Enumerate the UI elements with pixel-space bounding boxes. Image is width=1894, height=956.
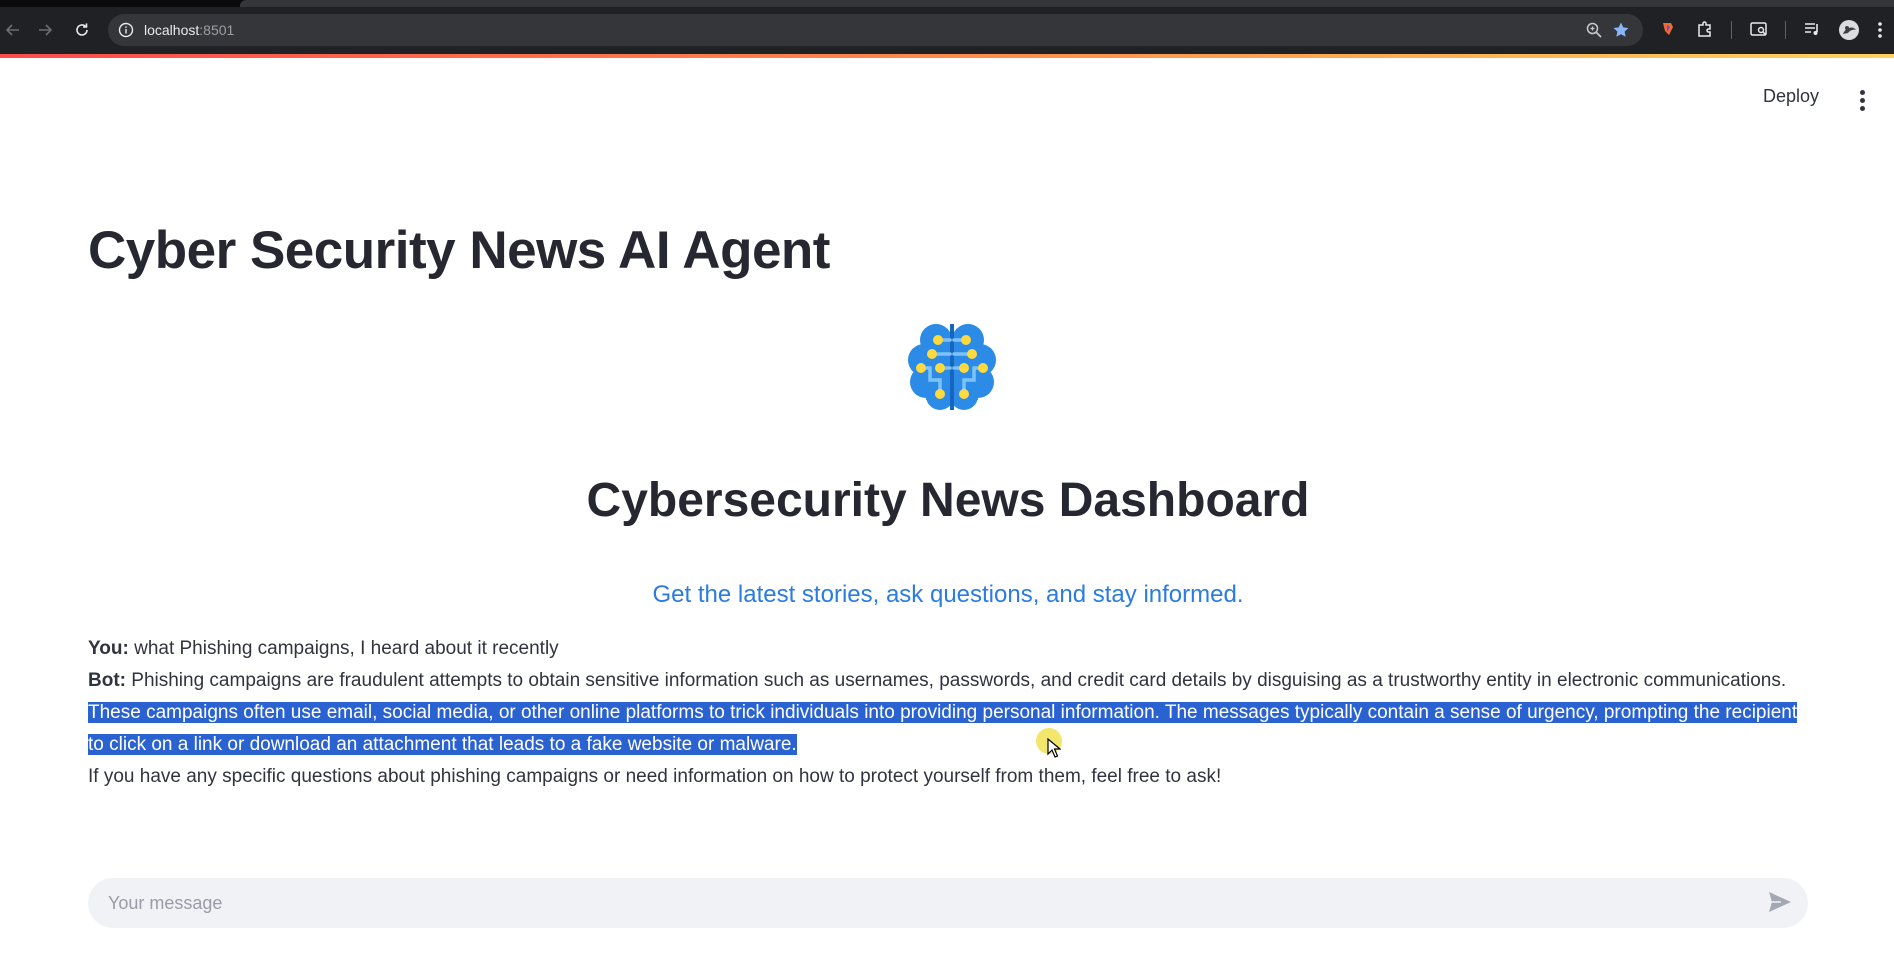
dashboard-subtitle: Get the latest stories, ask questions, a… (652, 581, 1244, 608)
toolbar-separator (1731, 21, 1732, 39)
back-icon[interactable] (0, 17, 26, 43)
forward-icon[interactable] (32, 17, 58, 43)
bookmark-star-icon[interactable] (1612, 21, 1632, 41)
bot-message-line: to click on a link or download an attach… (88, 729, 1808, 761)
toolbar-separator (1785, 21, 1786, 39)
selected-text: to click on a link or download an attach… (88, 734, 797, 755)
bot-message: Bot: Phishing campaigns are fraudulent a… (88, 665, 1808, 793)
extension-brave-icon[interactable] (1658, 19, 1680, 41)
url-port: :8501 (199, 22, 235, 38)
site-info-icon[interactable] (118, 22, 134, 43)
main-menu-icon[interactable] (1852, 88, 1872, 112)
user-role-label: You: (88, 638, 129, 659)
bot-message-line: These campaigns often use email, social … (88, 697, 1808, 729)
chat-history: You: what Phishing campaigns, I heard ab… (88, 633, 1808, 793)
chat-input-container (88, 878, 1808, 928)
deploy-button[interactable]: Deploy (1763, 86, 1819, 107)
bot-message-paragraph-3: If you have any specific questions about… (88, 766, 1222, 787)
send-icon[interactable] (1768, 891, 1794, 915)
media-control-icon[interactable] (1802, 19, 1824, 41)
selected-text: These campaigns often use email, social … (88, 702, 1798, 723)
tab-strip (0, 0, 1894, 7)
url-text[interactable]: localhost:8501 (144, 22, 234, 38)
browser-toolbar: localhost:8501 (0, 0, 1894, 58)
bot-role-label: Bot: (88, 670, 126, 691)
browser-menu-icon[interactable] (1876, 19, 1894, 41)
address-bar[interactable]: localhost:8501 (108, 14, 1643, 46)
brain-circuit-icon (896, 310, 1008, 422)
user-message-text: what Phishing campaigns, I heard about i… (134, 638, 559, 659)
dashboard-title: Cybersecurity News Dashboard (586, 474, 1310, 527)
active-tab[interactable] (240, 0, 1894, 7)
extensions-puzzle-icon[interactable] (1695, 19, 1717, 41)
reload-icon[interactable] (69, 17, 95, 43)
bot-message-line: Bot: Phishing campaigns are fraudulent a… (88, 665, 1808, 697)
chat-message-input[interactable] (108, 878, 1728, 928)
bot-message-paragraph-1: Phishing campaigns are fraudulent attemp… (131, 670, 1787, 691)
page-title: Cyber Security News AI Agent (88, 221, 830, 280)
user-message: You: what Phishing campaigns, I heard ab… (88, 633, 1808, 665)
mouse-pointer-icon (1047, 737, 1062, 763)
app-decoration-bar (0, 54, 1894, 58)
profile-avatar-icon[interactable] (1838, 19, 1860, 41)
url-host: localhost (144, 22, 200, 38)
zoom-icon[interactable] (1585, 21, 1605, 41)
tab-search-icon[interactable] (1749, 19, 1771, 41)
